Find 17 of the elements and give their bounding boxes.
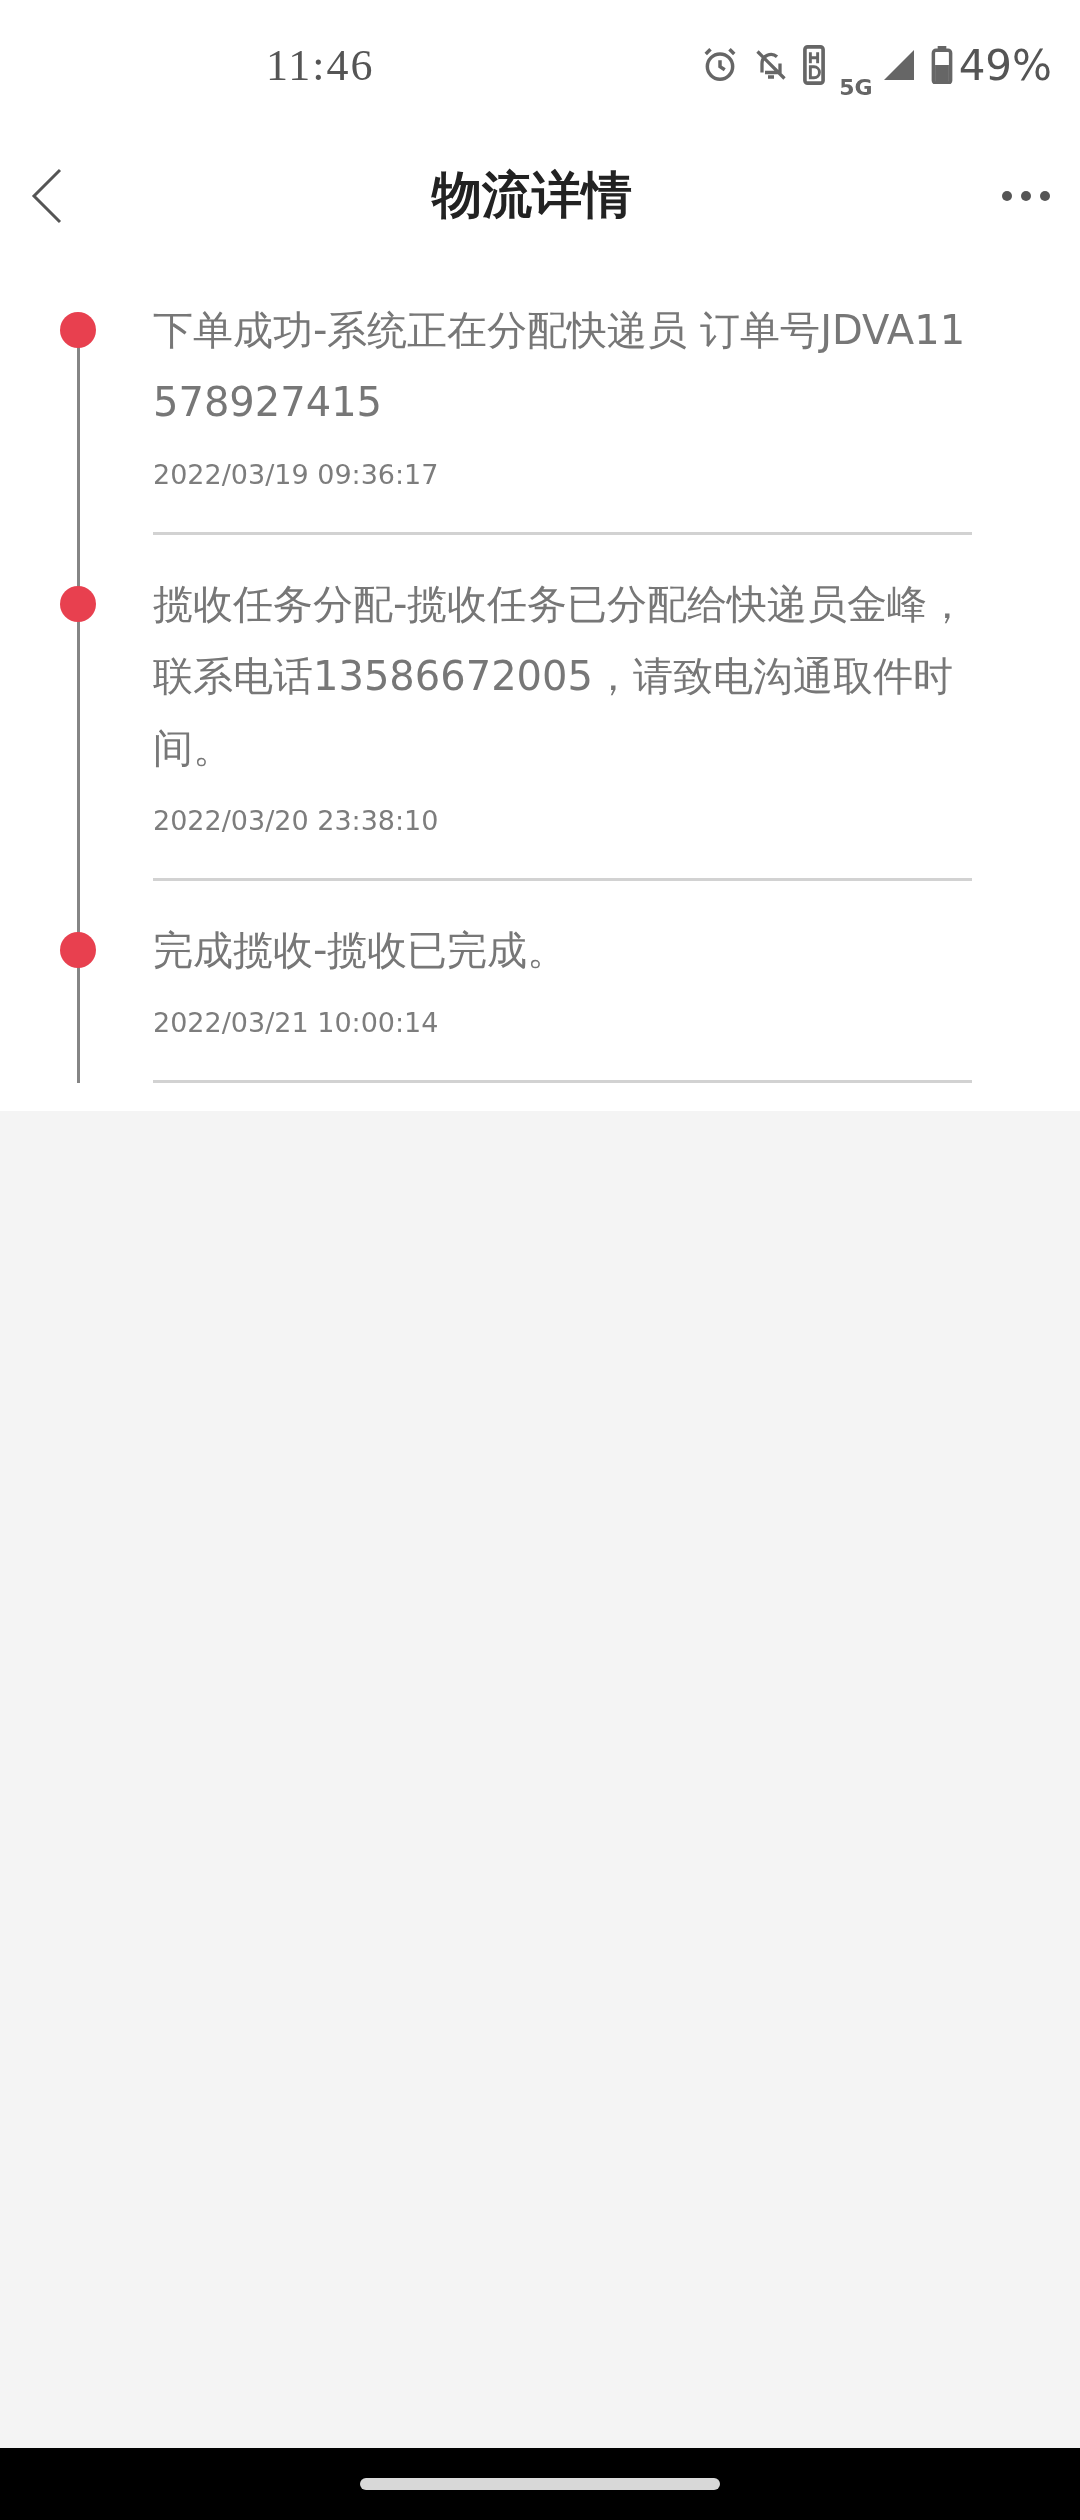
timeline-dot xyxy=(60,932,96,968)
back-icon[interactable] xyxy=(30,166,64,225)
event-time: 2022/03/20 23:38:10 xyxy=(153,804,440,838)
status-time: 11:46 xyxy=(266,39,375,91)
network-label: 5G xyxy=(839,74,873,100)
event-time: 2022/03/19 09:36:17 xyxy=(153,458,440,492)
event-description: 完成揽收-揽收已完成。 xyxy=(153,926,569,975)
event-description: 揽收任务分配-揽收任务已分配给快递员金峰，联系电话13586672005，请致电沟通取件时间。 xyxy=(153,580,969,773)
more-icon[interactable] xyxy=(1000,188,1052,203)
hd-icon xyxy=(803,45,826,85)
event-time: 2022/03/21 10:00:14 xyxy=(153,1006,440,1040)
timeline-dot xyxy=(60,586,96,622)
event-description: 下单成功-系统正在分配快递员 订单号JDVA11578927415 xyxy=(153,306,967,427)
page-title: 物流详情 xyxy=(432,166,632,225)
battery-percentage: 49% xyxy=(958,40,1052,90)
timeline-dot xyxy=(60,312,96,348)
battery-icon xyxy=(930,46,953,84)
